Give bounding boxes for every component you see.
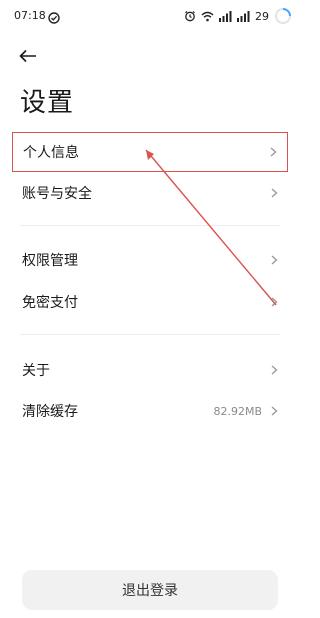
arrow-left-icon	[19, 49, 36, 63]
settings-item-label: 关于	[22, 363, 50, 379]
settings-item-label: 个人信息	[23, 145, 79, 161]
divider	[20, 334, 280, 335]
logout-button[interactable]: 退出登录	[22, 570, 278, 610]
chevron-right-icon	[271, 297, 278, 307]
settings-item-account-security[interactable]: 账号与安全	[12, 173, 288, 213]
signal-icon	[219, 10, 232, 22]
settings-item-label: 清除缓存	[22, 404, 78, 420]
settings-item-password-free-payment[interactable]: 免密支付	[12, 282, 288, 322]
battery-percent: 29	[255, 9, 269, 23]
settings-item-about[interactable]: 关于	[12, 350, 288, 390]
chevron-right-icon	[270, 147, 277, 157]
back-button[interactable]	[16, 44, 40, 68]
settings-item-label: 账号与安全	[22, 186, 92, 202]
cache-size-value: 82.92MB	[213, 404, 262, 418]
divider	[20, 225, 280, 226]
chevron-right-icon	[271, 188, 278, 198]
page-title: 设置	[20, 88, 75, 118]
chevron-right-icon	[271, 255, 278, 265]
settings-item-clear-cache[interactable]: 清除缓存 82.92MB	[12, 391, 288, 431]
chevron-right-icon	[271, 365, 278, 375]
status-icons: 29	[184, 7, 292, 25]
settings-item-permissions[interactable]: 权限管理	[12, 240, 288, 280]
settings-item-label: 权限管理	[22, 253, 78, 269]
chevron-right-icon	[271, 406, 278, 416]
settings-item-label: 免密支付	[22, 295, 78, 311]
check-circle-icon	[48, 9, 60, 24]
status-time: 07:18	[14, 9, 46, 22]
battery-ring-icon	[274, 7, 292, 25]
alarm-icon	[184, 10, 196, 22]
wifi-icon	[201, 11, 214, 22]
settings-item-personal-info[interactable]: 个人信息	[12, 132, 288, 172]
signal-icon	[237, 10, 250, 22]
